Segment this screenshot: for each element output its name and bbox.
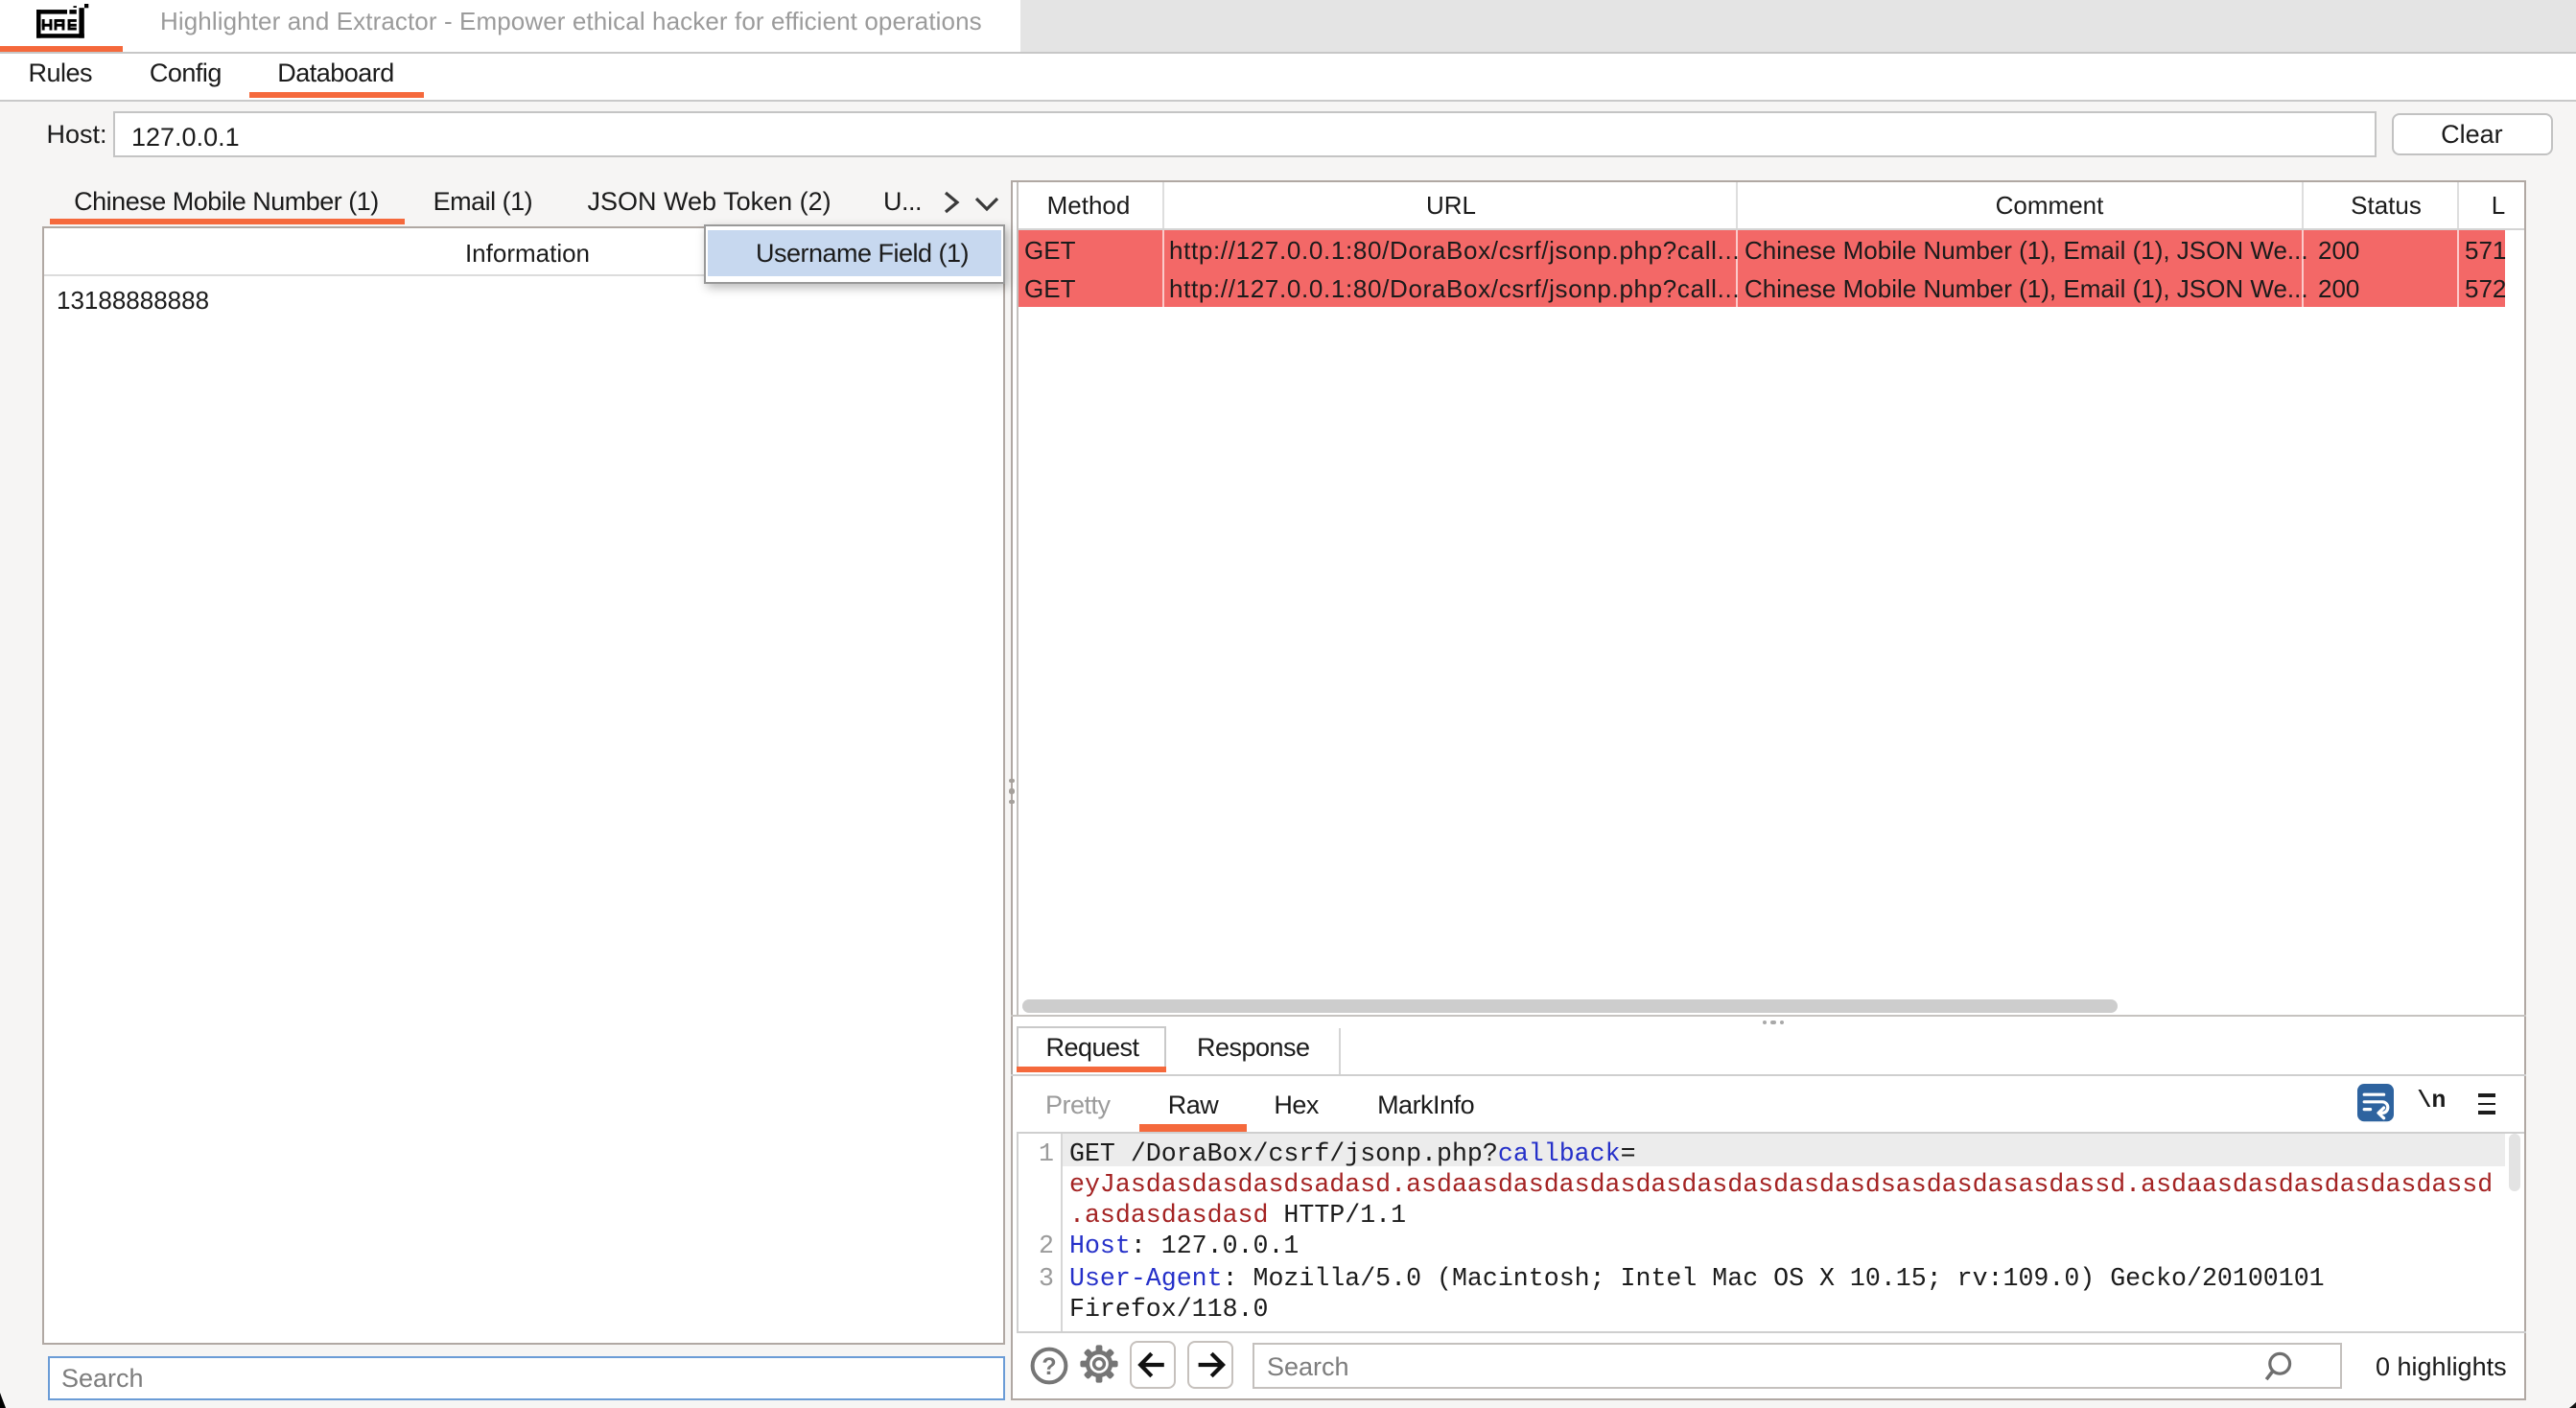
svg-text:?: ? [1041,1352,1055,1379]
